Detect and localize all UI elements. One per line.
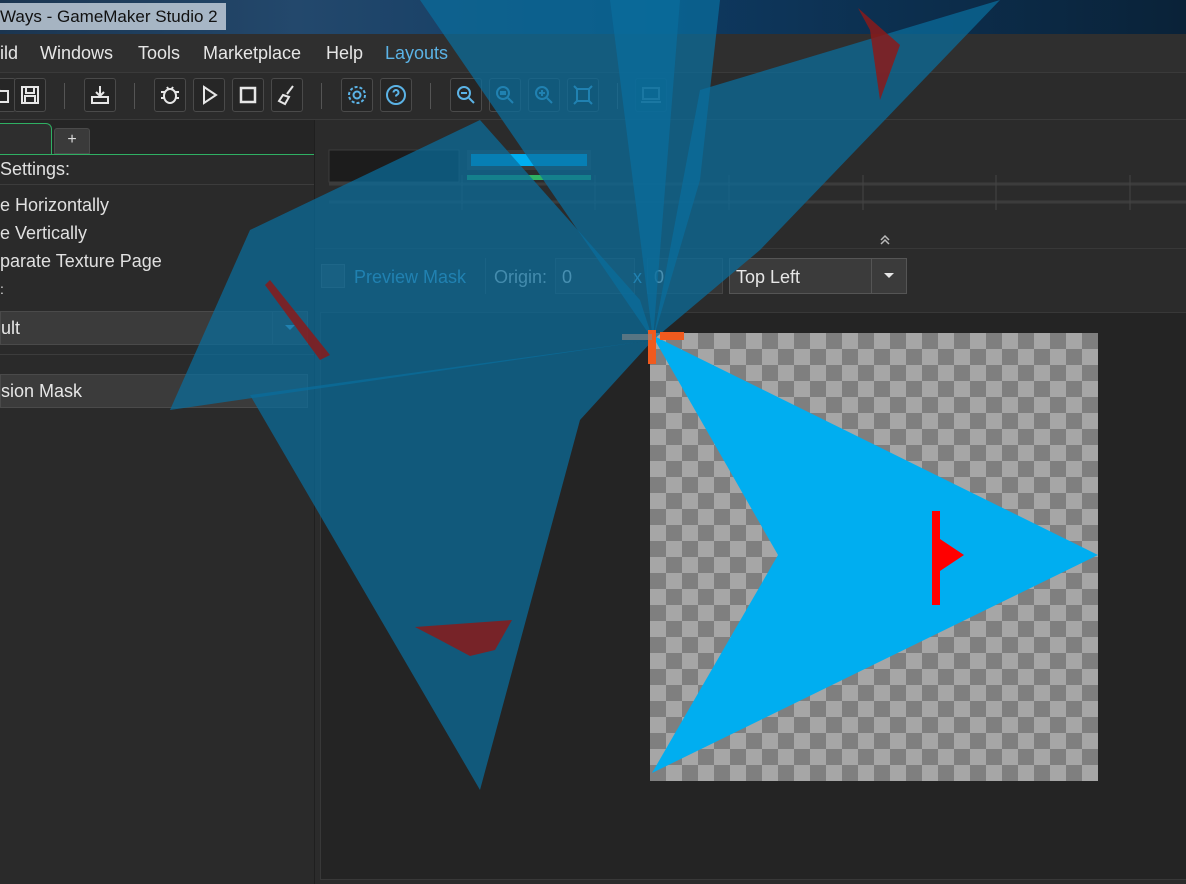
texture-settings-header: Settings: (0, 159, 71, 179)
tab-active[interactable] (0, 123, 52, 154)
panel-divider (315, 248, 1186, 249)
sprite-image[interactable] (650, 333, 1098, 781)
tile-horizontally-option[interactable]: e Horizontally (0, 195, 109, 216)
zoom-reset-icon[interactable] (489, 78, 521, 112)
preview-mask-checkbox[interactable] (321, 264, 345, 288)
collapse-up-icon[interactable] (877, 232, 893, 248)
sprite-editor: Preview Mask Origin: 0 x 0 Top Left (315, 120, 1186, 884)
toolbar-separator (321, 83, 322, 109)
frames-strip (315, 120, 1186, 228)
collision-mask-button[interactable]: sion Mask (0, 374, 308, 408)
create-executable-icon[interactable] (84, 78, 116, 112)
fit-icon[interactable] (567, 78, 599, 112)
save-icon[interactable] (14, 78, 46, 112)
chevron-down-icon[interactable] (871, 259, 906, 293)
texture-group-value: ult (1, 318, 21, 338)
panel-divider (0, 354, 314, 355)
collision-mask-label: sion Mask (1, 381, 83, 401)
origin-separator: x (633, 267, 642, 287)
run-icon[interactable] (193, 78, 225, 112)
toolbar-separator (617, 83, 618, 109)
preferences-icon[interactable] (341, 78, 373, 112)
menu-build[interactable]: ild (0, 43, 18, 64)
panel-tab-strip: + (0, 120, 314, 155)
sprite-arrow-shape (652, 335, 1098, 773)
main-toolbar (0, 73, 1186, 120)
toolbar-separator (134, 83, 135, 109)
toolbar-separator (430, 83, 431, 109)
menu-bar: ild Windows Tools Marketplace Help Layou… (0, 34, 1186, 73)
zoom-in-icon[interactable] (528, 78, 560, 112)
add-tab-button[interactable]: + (54, 128, 90, 154)
texture-group-dropdown[interactable]: ult (0, 311, 308, 345)
window-title: Ways - GameMaker Studio 2 (0, 3, 226, 30)
menu-help[interactable]: Help (326, 43, 363, 64)
frame-timeline[interactable] (315, 120, 1186, 228)
menu-windows[interactable]: Windows (40, 43, 113, 64)
preview-mask-label[interactable]: Preview Mask (354, 267, 466, 288)
toolbar-separator (64, 83, 65, 109)
help-icon[interactable] (380, 78, 412, 112)
panel-divider (0, 184, 314, 185)
origin-preset-dropdown[interactable]: Top Left (729, 258, 907, 294)
sprite-properties-panel: + Settings: e Horizontally e Vertically … (0, 120, 315, 884)
tile-vertically-option[interactable]: e Vertically (0, 223, 87, 244)
window-title-bar: Ways - GameMaker Studio 2 (0, 0, 1186, 34)
origin-label: Origin: (494, 267, 548, 287)
texture-group-label: : (0, 281, 4, 297)
origin-x-input[interactable]: 0 (555, 258, 635, 294)
origin-preset-value: Top Left (736, 267, 801, 287)
debug-icon[interactable] (154, 78, 186, 112)
stop-icon[interactable] (232, 78, 264, 112)
menu-tools[interactable]: Tools (138, 43, 180, 64)
toolbar-separator (485, 258, 486, 294)
chevron-down-icon[interactable] (272, 312, 307, 344)
sprite-options-bar: Preview Mask Origin: 0 x 0 Top Left (315, 258, 1186, 298)
device-icon[interactable] (635, 78, 667, 112)
zoom-out-icon[interactable] (450, 78, 482, 112)
origin-y-input[interactable]: 0 (647, 258, 723, 294)
menu-layouts[interactable]: Layouts (385, 43, 448, 64)
separate-texture-page-option[interactable]: parate Texture Page (0, 251, 162, 272)
menu-marketplace[interactable]: Marketplace (203, 43, 301, 64)
clean-icon[interactable] (271, 78, 303, 112)
